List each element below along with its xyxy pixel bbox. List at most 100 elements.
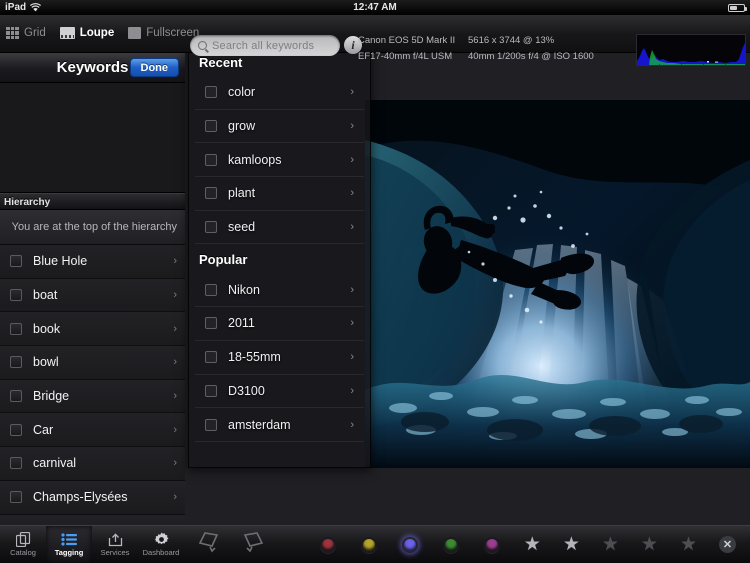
done-button[interactable]: Done — [130, 58, 180, 77]
rating-star-4[interactable]: ★ — [641, 535, 658, 554]
popover-keyword-row[interactable]: amsterdam› — [195, 408, 364, 442]
chevron-right-icon[interactable]: › — [173, 289, 177, 301]
popover-keyword-row[interactable]: D3100› — [195, 375, 364, 409]
hierarchy-item-label: book — [33, 322, 60, 336]
chevron-right-icon[interactable]: › — [173, 491, 177, 503]
search-placeholder: Search all keywords — [212, 40, 314, 52]
tab-dashboard[interactable]: Dashboard — [138, 526, 184, 563]
chevron-right-icon[interactable]: › — [350, 221, 354, 233]
view-mode-loupe[interactable]: Loupe — [60, 27, 115, 39]
chevron-right-icon[interactable]: › — [350, 86, 354, 98]
color-label-purple[interactable] — [484, 537, 500, 553]
popover-keyword-row[interactable]: seed› — [195, 211, 364, 245]
rating-star-1[interactable]: ★ — [524, 535, 541, 554]
search-input[interactable]: Search all keywords — [190, 35, 340, 56]
top-toolbar: Grid Loupe Fullscreen Search all keyword… — [0, 15, 750, 53]
chevron-right-icon[interactable]: › — [350, 284, 354, 296]
hierarchy-top-note: You are at the top of the hierarchy — [0, 210, 185, 245]
chevron-right-icon[interactable]: › — [350, 385, 354, 397]
hierarchy-row[interactable]: boat› — [0, 279, 185, 313]
popover-keyword-row[interactable]: grow› — [195, 110, 364, 144]
view-mode-fullscreen[interactable]: Fullscreen — [128, 27, 199, 39]
rotate-group — [185, 526, 265, 563]
page-title: Keywords — [57, 59, 129, 76]
hierarchy-row[interactable]: book › — [0, 312, 185, 346]
chevron-right-icon[interactable]: › — [350, 419, 354, 431]
keyword-checkbox[interactable] — [10, 457, 22, 469]
keyword-checkbox[interactable] — [205, 385, 217, 397]
color-label-yellow[interactable] — [361, 537, 377, 553]
view-mode-grid[interactable]: Grid — [6, 27, 46, 39]
hierarchy-row[interactable]: bowl› — [0, 346, 185, 380]
keyword-checkbox[interactable] — [205, 419, 217, 431]
keyword-checkbox[interactable] — [10, 356, 22, 368]
popover-keyword-row[interactable]: plant› — [195, 177, 364, 211]
chevron-right-icon[interactable]: › — [173, 255, 177, 267]
tab-services[interactable]: Services — [92, 526, 138, 563]
chevron-right-icon[interactable]: › — [173, 390, 177, 402]
tab-catalog-label: Catalog — [10, 548, 36, 557]
rotate-left-icon[interactable] — [197, 530, 223, 559]
tab-catalog[interactable]: Catalog — [0, 526, 46, 563]
hierarchy-row[interactable]: Blue Hole › — [0, 245, 185, 279]
view-mode-group: Grid Loupe Fullscreen — [6, 20, 199, 46]
color-label-green[interactable] — [443, 537, 459, 553]
color-label-blue[interactable] — [402, 537, 418, 553]
hierarchy-item-label: Blue Hole — [33, 254, 87, 268]
grid-icon — [6, 27, 19, 39]
tab-tagging[interactable]: Tagging — [46, 526, 92, 563]
keyword-checkbox[interactable] — [205, 221, 217, 233]
popover-keyword-label: Nikon — [228, 283, 260, 297]
keyword-checkbox[interactable] — [10, 390, 22, 402]
hierarchy-row[interactable]: Car› — [0, 413, 185, 447]
chevron-right-icon[interactable]: › — [350, 317, 354, 329]
chevron-right-icon[interactable]: › — [350, 154, 354, 166]
rating-star-2[interactable]: ★ — [563, 535, 580, 554]
hierarchy-row[interactable]: Bridge › — [0, 380, 185, 414]
search-field-wrapper: Search all keywords — [190, 35, 340, 56]
keyword-checkbox[interactable] — [205, 317, 217, 329]
keyword-checkbox[interactable] — [205, 351, 217, 363]
popover-keyword-row[interactable]: 18-55mm› — [195, 341, 364, 375]
keyword-checkbox[interactable] — [205, 154, 217, 166]
reject-button[interactable]: ✕ — [719, 536, 736, 553]
popover-keyword-row[interactable]: 2011› — [195, 307, 364, 341]
keyword-checkbox[interactable] — [10, 255, 22, 267]
popover-keyword-row[interactable]: Nikon › — [195, 273, 364, 307]
lens-model: EF17-40mm f/4L USM — [358, 49, 452, 65]
keyword-checkbox[interactable] — [205, 284, 217, 296]
chevron-right-icon[interactable]: › — [173, 323, 177, 335]
battery-icon — [728, 4, 745, 12]
view-mode-loupe-label: Loupe — [80, 27, 115, 39]
keyword-checkbox[interactable] — [10, 323, 22, 335]
chevron-right-icon[interactable]: › — [173, 424, 177, 436]
rating-star-3[interactable]: ★ — [602, 535, 619, 554]
chevron-right-icon[interactable]: › — [350, 120, 354, 132]
rotate-right-icon[interactable] — [239, 530, 265, 559]
popover-section-title: Popular — [189, 244, 370, 273]
keyword-checkbox[interactable] — [10, 289, 22, 301]
chevron-right-icon[interactable]: › — [350, 351, 354, 363]
tab-dashboard-label: Dashboard — [143, 548, 180, 557]
rating-star-5[interactable]: ★ — [680, 535, 697, 554]
chevron-right-icon[interactable]: › — [173, 356, 177, 368]
photo-viewer[interactable] — [365, 100, 750, 468]
color-label-red[interactable] — [320, 537, 336, 553]
popover-keyword-row[interactable]: color› — [195, 76, 364, 110]
chevron-right-icon[interactable]: › — [350, 187, 354, 199]
hierarchy-row[interactable]: Champs-Elysées› — [0, 481, 185, 515]
hierarchy-row[interactable]: carnival› — [0, 447, 185, 481]
hierarchy-item-label: Bridge — [33, 389, 69, 403]
keyword-checkbox[interactable] — [10, 424, 22, 436]
loupe-icon — [60, 27, 75, 39]
hierarchy-list[interactable]: Blue Hole›boat›book›bowl›Bridge›Car›carn… — [0, 245, 185, 555]
keyword-checkbox[interactable] — [205, 187, 217, 199]
metadata-panel: Canon EOS 5D Mark II 5616 x 3744 @ 13% E… — [358, 32, 750, 68]
keyword-entry-field[interactable] — [0, 83, 185, 193]
chevron-right-icon[interactable]: › — [173, 457, 177, 469]
keyword-checkbox[interactable] — [205, 120, 217, 132]
keyword-checkbox[interactable] — [10, 491, 22, 503]
keyword-checkbox[interactable] — [205, 86, 217, 98]
popover-keyword-row[interactable]: kamloops› — [195, 143, 364, 177]
tab-tagging-label: Tagging — [55, 548, 84, 557]
